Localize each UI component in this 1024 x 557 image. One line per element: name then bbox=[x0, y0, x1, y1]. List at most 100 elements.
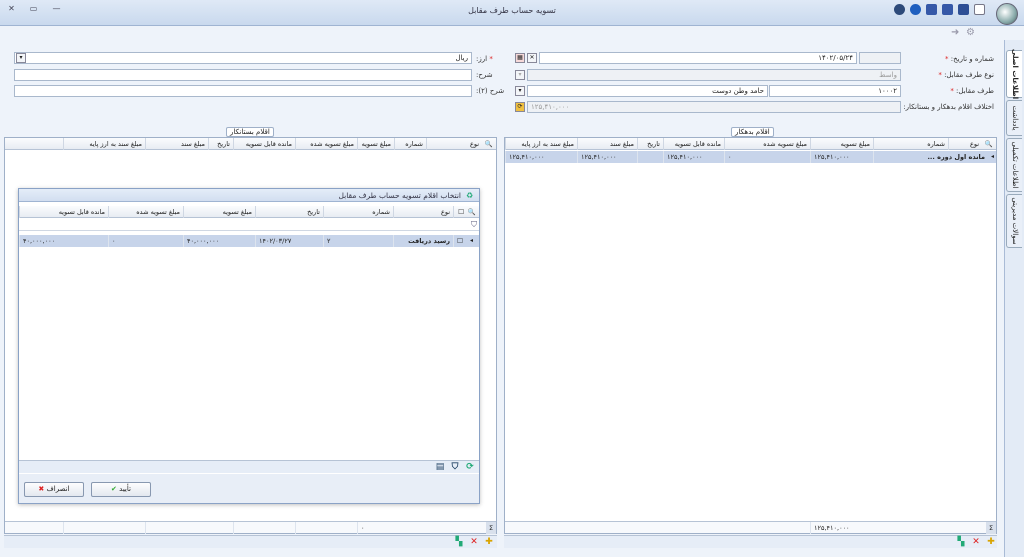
add-icon[interactable]: ✚ bbox=[986, 537, 996, 547]
save-as-icon[interactable] bbox=[926, 4, 937, 15]
column-header[interactable]: مبلغ تسویه bbox=[810, 138, 873, 150]
cell-doc-base: ۱۲۵,۴۱۰,۰۰۰ bbox=[505, 151, 577, 163]
tab-extra-info[interactable]: اطلاعات تکمیلی bbox=[1006, 138, 1022, 192]
row-checkbox[interactable]: ☐ bbox=[453, 235, 467, 247]
grid-search-icon[interactable]: 🔍 bbox=[982, 138, 996, 150]
cell-type: مانده اول دوره ... bbox=[873, 151, 988, 163]
column-header[interactable]: مبلغ تسویه bbox=[183, 206, 255, 218]
new-document-icon[interactable] bbox=[974, 4, 985, 15]
cancel-button[interactable]: ✖ انصراف bbox=[24, 482, 84, 497]
debit-total: ۱۲۵,۴۱۰,۰۰۰ bbox=[810, 522, 873, 534]
date-field[interactable]: ۱۴۰۲/۰۵/۲۴ bbox=[539, 52, 857, 64]
footer-cell bbox=[295, 522, 357, 534]
tab-management-questions[interactable]: سوالات مدیریتی bbox=[1006, 194, 1022, 248]
debit-grid-header: 🔍 نوع شماره مبلغ تسویه مبلغ تسویه شده ما… bbox=[505, 138, 996, 150]
column-header[interactable]: نوع bbox=[393, 206, 453, 218]
party-name-field[interactable]: حامد وطن دوست bbox=[527, 85, 768, 97]
column-header[interactable]: شماره bbox=[394, 138, 426, 150]
column-header[interactable]: مبلغ تسویه شده bbox=[724, 138, 810, 150]
footer-cell bbox=[145, 522, 233, 534]
credit-caption: اقلام بستانکار bbox=[226, 127, 274, 137]
filter-icon[interactable]: ⛉ bbox=[471, 220, 477, 230]
grid-search-icon[interactable]: 🔍 bbox=[467, 206, 479, 218]
debit-grid: 🔍 نوع شماره مبلغ تسویه مبلغ تسویه شده ما… bbox=[504, 137, 997, 534]
dialog-grid-toolbar: ⟳ ⛉ ▤ bbox=[19, 460, 479, 473]
row-indicator-icon: ◂ bbox=[470, 237, 474, 244]
help-icon[interactable] bbox=[894, 4, 905, 15]
footer-scroll-icon[interactable]: Σ bbox=[486, 522, 496, 534]
column-header[interactable]: مبلغ سند bbox=[577, 138, 637, 150]
clear-date-icon[interactable]: ✕ bbox=[527, 53, 537, 63]
settings-gear-icon[interactable]: ⚙ bbox=[966, 27, 980, 38]
number-date-label: شماره و تاریخ: * bbox=[945, 55, 994, 63]
cell-settle[interactable]: ۴۰,۰۰۰,۰۰۰ bbox=[183, 235, 255, 247]
number-field[interactable] bbox=[859, 52, 901, 64]
debit-toolbar: ✚ ✕ ▚ bbox=[504, 535, 997, 548]
column-header[interactable]: مبلغ تسویه شده bbox=[295, 138, 357, 150]
column-header[interactable]: شماره bbox=[873, 138, 948, 150]
credit-total: ۰ bbox=[357, 522, 394, 534]
select-items-icon[interactable]: ▚ bbox=[454, 537, 464, 547]
currency-dropdown-icon[interactable]: ▾ bbox=[16, 53, 26, 63]
currency-field[interactable]: ریال bbox=[14, 52, 472, 64]
table-row[interactable]: ◂ مانده اول دوره ... ۱۲۵,۴۱۰,۰۰۰ ۰ ۱۲۵,۴… bbox=[505, 151, 996, 163]
credit-grid-header: 🔍 نوع شماره مبلغ تسویه مبلغ تسویه شده ما… bbox=[5, 138, 496, 150]
column-header[interactable]: مبلغ سند به ارز پایه bbox=[505, 138, 577, 150]
description-field[interactable] bbox=[14, 69, 472, 81]
tab-notes[interactable]: یادداشت bbox=[1006, 100, 1022, 136]
difference-label: اختلاف اقلام بدهکار و بستانکار: bbox=[903, 103, 994, 111]
footer-scroll-icon[interactable]: Σ bbox=[986, 522, 996, 534]
refresh-icon[interactable]: ⟳ bbox=[465, 462, 475, 472]
cell-settle[interactable]: ۱۲۵,۴۱۰,۰۰۰ bbox=[810, 151, 873, 163]
select-all-checkbox[interactable]: ☐ bbox=[453, 206, 467, 218]
difference-field: ۱۲۵,۴۱۰,۰۰۰ bbox=[527, 101, 901, 113]
back-arrow-icon[interactable]: ➜ bbox=[951, 27, 965, 38]
column-header[interactable]: مبلغ سند bbox=[145, 138, 208, 150]
description2-field[interactable] bbox=[14, 85, 472, 97]
delete-icon[interactable]: ✕ bbox=[971, 537, 981, 547]
column-header[interactable]: مانده قابل تسویه bbox=[663, 138, 724, 150]
party-dropdown-icon[interactable]: ▾ bbox=[515, 86, 525, 96]
column-header[interactable]: شماره bbox=[323, 206, 393, 218]
party-type-label: نوع طرف مقابل: * bbox=[938, 71, 994, 79]
refresh-difference-icon[interactable]: ⟳ bbox=[515, 102, 525, 112]
table-row[interactable]: ◂ ☐ رسید دریافت ۲ ۱۴۰۲/۰۳/۲۷ ۴۰,۰۰۰,۰۰۰ … bbox=[19, 235, 479, 247]
column-header[interactable]: تاریخ bbox=[637, 138, 663, 150]
column-header[interactable]: تاریخ bbox=[208, 138, 233, 150]
description2-label: شرح (۲): bbox=[476, 87, 505, 95]
cell-doc-amount: ۱۲۵,۴۱۰,۰۰۰ bbox=[577, 151, 637, 163]
save-close-icon[interactable] bbox=[958, 4, 969, 15]
delete-icon[interactable]: ✕ bbox=[469, 537, 479, 547]
cell-settled: ۰ bbox=[108, 235, 183, 247]
column-header[interactable]: مبلغ تسویه bbox=[357, 138, 394, 150]
app-logo-icon bbox=[996, 3, 1018, 25]
column-header[interactable]: نوع bbox=[426, 138, 482, 150]
dialog-title: انتخاب اقلام تسویه حساب طرف مقابل bbox=[19, 189, 479, 202]
add-icon[interactable]: ✚ bbox=[484, 537, 494, 547]
confirm-button[interactable]: ✔ تأیید bbox=[91, 482, 151, 497]
column-header[interactable]: تاریخ bbox=[255, 206, 323, 218]
dialog-grid-header: 🔍 ☐ نوع شماره تاریخ مبلغ تسویه مبلغ تسوی… bbox=[19, 206, 479, 218]
tab-main-info[interactable]: اطلاعات اصلی bbox=[1006, 49, 1022, 99]
info-icon[interactable] bbox=[910, 4, 921, 15]
cell-number: ۲ bbox=[323, 235, 393, 247]
calendar-icon[interactable]: ▦ bbox=[515, 53, 525, 63]
column-header[interactable]: مانده قابل تسویه bbox=[19, 206, 108, 218]
currency-label: * ارز: bbox=[476, 55, 493, 63]
footer-cell bbox=[233, 522, 295, 534]
column-header[interactable]: مانده قابل تسویه bbox=[233, 138, 295, 150]
column-header[interactable]: نوع bbox=[948, 138, 982, 150]
save-icon[interactable] bbox=[942, 4, 953, 15]
column-header[interactable]: مبلغ سند به ارز پایه bbox=[63, 138, 145, 150]
filter-icon[interactable]: ⛉ bbox=[450, 462, 460, 472]
party-code-field[interactable]: ۱۰۰۰۲ bbox=[769, 85, 901, 97]
party-type-dropdown-icon: ▾ bbox=[515, 70, 525, 80]
cell-type: رسید دریافت bbox=[393, 235, 453, 247]
column-header[interactable]: مبلغ تسویه شده bbox=[108, 206, 183, 218]
columns-icon[interactable]: ▤ bbox=[435, 462, 445, 472]
filter-row[interactable]: ⛉ bbox=[19, 219, 479, 231]
row-indicator-icon: ◂ bbox=[991, 153, 995, 160]
grid-search-icon[interactable]: 🔍 bbox=[482, 138, 496, 150]
select-items-icon[interactable]: ▚ bbox=[956, 537, 966, 547]
credit-toolbar: ✚ ✕ ▚ bbox=[4, 535, 497, 548]
